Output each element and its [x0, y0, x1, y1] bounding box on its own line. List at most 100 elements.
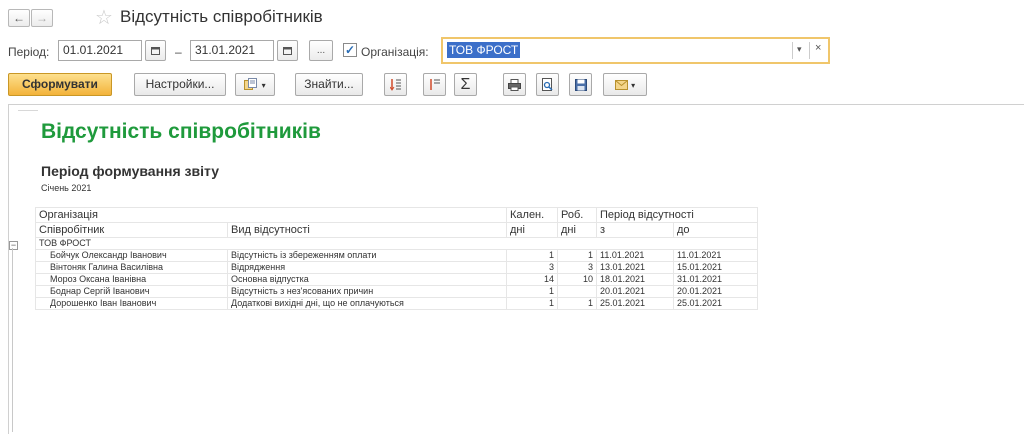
forward-button[interactable]: → [31, 9, 53, 27]
favorite-star-icon[interactable]: ☆ [95, 5, 113, 30]
divider [809, 42, 810, 59]
floppy-disk-icon [574, 78, 587, 91]
sum-button[interactable]: Σ [454, 73, 477, 96]
cell-to: 15.01.2021 [673, 261, 758, 274]
cell-absence-type: Відрядження [227, 261, 507, 274]
printer-icon [508, 78, 521, 91]
organization-field[interactable]: ТОВ ФРОСТ ▾ × [441, 37, 830, 64]
table-row: Дорошенко Іван Іванович Додаткові вихідн… [35, 297, 758, 310]
cell-working-days [557, 285, 597, 298]
cell-absence-type: Відсутність із збереженням оплати [227, 249, 507, 262]
cell-working-days: 1 [557, 249, 597, 262]
cell-employee: Вінтоняк Галина Василівна [35, 261, 228, 274]
print-button[interactable] [503, 73, 526, 96]
date-to-field[interactable]: 31.01.2021 [190, 40, 274, 61]
period-dash: – [175, 45, 182, 59]
header-calendar: Кален. [506, 207, 558, 223]
checkmark-icon: ✓ [344, 43, 356, 57]
cell-working-days: 1 [557, 297, 597, 310]
arrow-right-icon: → [36, 11, 48, 25]
clear-icon[interactable]: × [815, 42, 821, 54]
table-row: Бойчук Олександр Іванович Відсутність із… [35, 249, 758, 262]
table-row: Вінтоняк Галина Василівна Відрядження 3 … [35, 261, 758, 274]
date-from-field[interactable]: 01.01.2021 [58, 40, 142, 61]
table-row: Мороз Оксана Іванівна Основна відпустка … [35, 273, 758, 286]
envelope-icon [614, 79, 628, 90]
group-row: ТОВ ФРОСТ [35, 237, 758, 250]
table-row: Боднар Сергій Іванович Відсутність з нез… [35, 285, 758, 298]
header-row-2: Співробітник Вид відсутності дні дні з д… [35, 222, 758, 238]
report-table: Організація Кален. Роб. Період відсутнос… [35, 207, 758, 310]
report-period: Січень 2021 [41, 183, 92, 193]
header-to: до [673, 222, 758, 238]
header-working-days: дні [557, 222, 597, 238]
cell-calendar-days: 14 [506, 273, 558, 286]
print-preview-icon [541, 78, 553, 92]
period-select-button[interactable]: ... [309, 40, 333, 61]
header-row-1: Організація Кален. Роб. Період відсутнос… [35, 207, 758, 223]
calendar-to-button[interactable] [277, 40, 298, 61]
header-employee: Співробітник [35, 222, 228, 238]
organization-checkbox[interactable]: ✓ [343, 43, 357, 57]
preview-button[interactable] [536, 73, 559, 96]
cell-to: 20.01.2021 [673, 285, 758, 298]
header-from: з [596, 222, 674, 238]
calendar-from-button[interactable] [145, 40, 166, 61]
cell-to: 31.01.2021 [673, 273, 758, 286]
organization-label: Організація: [361, 45, 429, 59]
report-variants-icon [244, 78, 258, 91]
cell-from: 25.01.2021 [596, 297, 674, 310]
generate-button[interactable]: Сформувати [8, 73, 112, 96]
dropdown-arrow-icon[interactable]: ▾ [797, 44, 802, 55]
cell-calendar-days: 1 [506, 249, 558, 262]
header-absence-type: Вид відсутності [227, 222, 507, 238]
sort-button[interactable] [384, 73, 407, 96]
group-line [12, 248, 13, 432]
cell-employee: Дорошенко Іван Іванович [35, 297, 228, 310]
cell-to: 11.01.2021 [673, 249, 758, 262]
organization-field-buttons: ▾ × [788, 39, 828, 62]
arrow-left-icon: ← [13, 11, 25, 25]
hierarchy-icon [429, 79, 440, 91]
cell-absence-type: Відсутність з нез'ясованих причин [227, 285, 507, 298]
cell-from: 20.01.2021 [596, 285, 674, 298]
calendar-icon [151, 47, 160, 55]
organization-value: ТОВ ФРОСТ [447, 42, 521, 58]
settings-button[interactable]: Настройки... [134, 73, 226, 96]
cell-employee: Бойчук Олександр Іванович [35, 249, 228, 262]
cell-working-days: 10 [557, 273, 597, 286]
cell-calendar-days: 1 [506, 285, 558, 298]
header-working: Роб. [557, 207, 597, 223]
group-button[interactable] [423, 73, 446, 96]
cell-from: 13.01.2021 [596, 261, 674, 274]
cell-to: 25.01.2021 [673, 297, 758, 310]
collapse-group-toggle[interactable]: − [9, 241, 18, 250]
back-button[interactable]: ← [8, 9, 30, 27]
report-corner [18, 110, 38, 111]
window-title: Відсутність співробітників [120, 7, 323, 26]
report-subtitle: Період формування звіту [41, 163, 220, 179]
cell-absence-type: Додаткові вихідні дні, що не оплачуються [227, 297, 507, 310]
cell-absence-type: Основна відпустка [227, 273, 507, 286]
cell-calendar-days: 3 [506, 261, 558, 274]
cell-employee: Мороз Оксана Іванівна [35, 273, 228, 286]
find-button[interactable]: Знайти... [295, 73, 363, 96]
header-organization: Організація [35, 207, 507, 223]
cell-from: 11.01.2021 [596, 249, 674, 262]
cell-employee: Боднар Сергій Іванович [35, 285, 228, 298]
header-period: Період відсутності [596, 207, 758, 223]
sort-icon [389, 79, 401, 92]
group-organization: ТОВ ФРОСТ [35, 237, 758, 250]
period-label: Період: [8, 45, 50, 59]
header-calendar-days: дні [506, 222, 558, 238]
chevron-down-icon: ▾ [261, 81, 266, 90]
report-title: Відсутність співробітників [41, 120, 321, 143]
calendar-icon [283, 47, 292, 55]
save-button[interactable] [569, 73, 592, 96]
cell-working-days: 3 [557, 261, 597, 274]
variants-menu-button[interactable]: ▾ [235, 73, 275, 96]
chevron-down-icon: ▾ [631, 81, 636, 90]
send-email-button[interactable]: ▾ [603, 73, 647, 96]
cell-calendar-days: 1 [506, 297, 558, 310]
cell-from: 18.01.2021 [596, 273, 674, 286]
